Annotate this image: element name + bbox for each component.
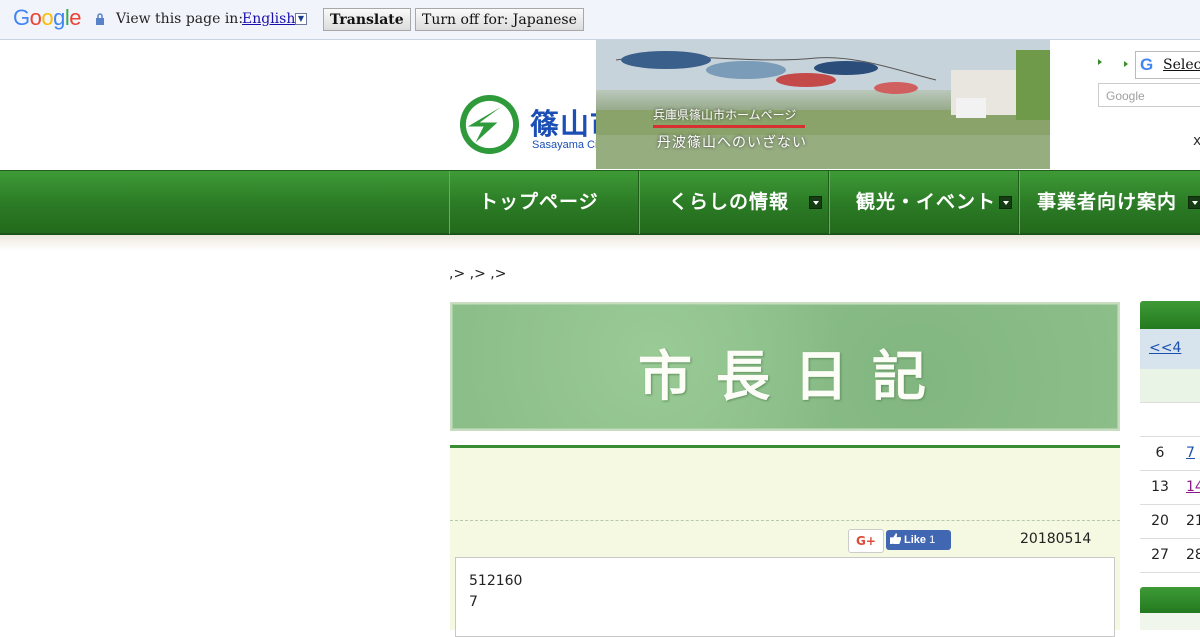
calendar-row: 20 21 <box>1140 505 1200 539</box>
facebook-like-button[interactable]: Like 1 <box>886 530 951 550</box>
lock-icon <box>96 13 104 25</box>
nav-item-business[interactable]: 事業者向け案内 <box>1019 171 1200 234</box>
view-page-text: View this page in: <box>116 11 244 27</box>
banner-divider <box>653 125 805 128</box>
translate-button[interactable]: Translate <box>323 8 411 31</box>
calendar-day: 21 <box>1186 513 1200 529</box>
dropdown-arrow-icon[interactable] <box>809 196 822 209</box>
calendar-day-link[interactable]: 14 <box>1186 479 1200 495</box>
nav-shadow <box>0 235 1200 251</box>
calendar-day-link[interactable]: 7 <box>1186 445 1195 461</box>
banner-caption-homepage: 兵庫県篠山市ホームページ <box>653 108 797 122</box>
like-label: Like <box>904 534 927 546</box>
nav-item-label: トップページ <box>479 191 599 213</box>
nav-item-label: くらしの情報 <box>669 191 790 213</box>
triangle-bullet-icon <box>1098 59 1102 65</box>
close-icon[interactable]: x <box>1193 133 1200 149</box>
body-line: 7 <box>469 594 478 610</box>
search-placeholder: Google <box>1106 89 1145 103</box>
calendar-day: 13 <box>1151 479 1169 495</box>
calendar-row: 27 28 <box>1140 539 1200 573</box>
global-nav: トップページ くらしの情報 観光・イベント 事業者向け案内 <box>0 170 1200 235</box>
calendar-prev-link[interactable]: <<4 <box>1149 340 1181 356</box>
turn-off-button[interactable]: Turn off for: Japanese <box>415 8 584 31</box>
google-search-input[interactable]: Google <box>1098 83 1200 107</box>
post-date: 20180514 <box>1020 531 1092 547</box>
dropdown-arrow-icon[interactable] <box>999 196 1012 209</box>
nav-item-label: 事業者向け案内 <box>1037 191 1178 213</box>
dropdown-arrow-icon[interactable] <box>1188 196 1200 209</box>
language-dropdown-icon[interactable]: ▼ <box>295 13 307 25</box>
calendar-day: 28 <box>1186 547 1200 563</box>
calendar-day: 20 <box>1151 513 1169 529</box>
calendar-row: 13 14 <box>1140 471 1200 505</box>
breadcrumb[interactable]: ,> ,> ,> <box>449 266 506 282</box>
calendar-weekday-row <box>1140 369 1200 403</box>
calendar-row <box>1140 403 1200 437</box>
sidebar-section-body <box>1140 613 1200 630</box>
city-emblem-icon[interactable] <box>458 93 521 156</box>
nav-item-top[interactable]: トップページ <box>449 171 639 234</box>
select-language-widget[interactable]: G Selec <box>1135 51 1200 79</box>
triangle-bullet-icon <box>1124 61 1128 67</box>
dashed-divider <box>450 520 1120 521</box>
sidebar-section-header <box>1140 587 1200 613</box>
google-g-icon: G <box>1140 55 1154 74</box>
page-title-banner: 市長日記 <box>450 302 1120 431</box>
site-header: 篠山市 Sasayama City 兵庫県篠山市ホームページ 丹波篠山へのいざな… <box>0 40 1200 170</box>
nav-item-label: 観光・イベント <box>856 191 997 213</box>
select-language-label[interactable]: Selec <box>1163 57 1200 73</box>
google-plus-button[interactable]: G+ <box>848 529 884 553</box>
google-logo: Google <box>13 5 82 30</box>
calendar-day: 27 <box>1151 547 1169 563</box>
article-body: 512160 7 <box>455 557 1115 637</box>
page-title: 市長日記 <box>638 344 950 408</box>
nav-item-living[interactable]: くらしの情報 <box>639 171 829 234</box>
banner-caption-invitation: 丹波篠山へのいざない <box>657 135 807 151</box>
calendar-header <box>1140 301 1200 329</box>
translate-bar: Google View this page in: English ▼ Tran… <box>0 0 1200 40</box>
header-banner: 兵庫県篠山市ホームページ 丹波篠山へのいざない <box>596 40 1050 169</box>
calendar-day: 6 <box>1155 445 1165 461</box>
thumbs-up-icon <box>890 533 901 544</box>
city-logo-english: Sasayama City <box>532 139 606 151</box>
calendar-nav: <<4 <box>1140 329 1200 369</box>
body-line: 512160 <box>469 573 523 589</box>
like-count: 1 <box>929 534 936 546</box>
language-link[interactable]: English <box>242 11 295 27</box>
calendar-row: 6 7 <box>1140 437 1200 471</box>
nav-item-tourism[interactable]: 観光・イベント <box>829 171 1019 234</box>
